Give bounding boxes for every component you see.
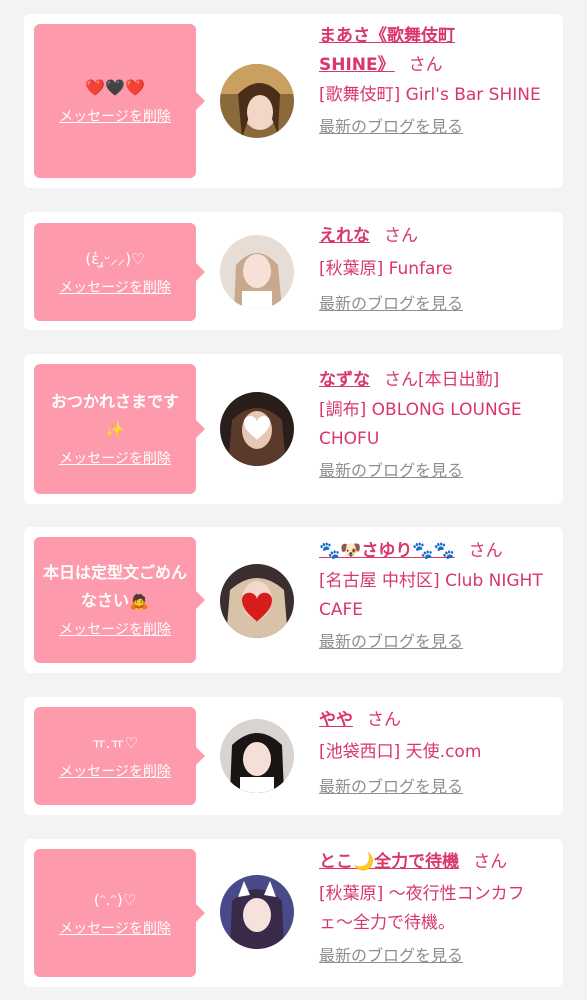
- honorific: さん: [384, 226, 418, 246]
- cast-name-link[interactable]: とこ🌙全力で待機: [319, 852, 459, 872]
- avatar[interactable]: [220, 235, 294, 309]
- shop-name: [秋葉原] Funfare: [319, 259, 453, 279]
- cast-info: なずな さん[本日出勤] [調布] OBLONG LOUNGE CHOFU 最新の…: [319, 366, 555, 483]
- honorific: さん: [367, 710, 401, 730]
- honorific: さん: [468, 541, 503, 561]
- message-bubble: 本日は定型文ごめんなさい🙇 メッセージを削除: [34, 537, 205, 663]
- shop-name: [歌舞伎町] Girl's Bar SHINE: [319, 85, 541, 105]
- message-bubble: ❤️🖤❤️ メッセージを削除: [34, 24, 205, 178]
- avatar[interactable]: [220, 875, 294, 949]
- message-text: ❤️🖤❤️: [85, 78, 145, 97]
- latest-blog-link[interactable]: 最新のブログを見る: [319, 115, 463, 139]
- avatar-photo: [220, 392, 294, 466]
- avatar-photo: [220, 719, 294, 793]
- message-text: ㅠ.ㅠ♡: [92, 734, 138, 752]
- delete-message-link[interactable]: メッセージを削除: [59, 918, 171, 940]
- message-text: おつかれさまです✨: [50, 392, 179, 439]
- delete-message-link[interactable]: メッセージを削除: [59, 277, 171, 299]
- latest-blog-link[interactable]: 最新のブログを見る: [319, 775, 463, 799]
- latest-blog-link[interactable]: 最新のブログを見る: [319, 459, 463, 483]
- avatar-photo: [220, 564, 294, 638]
- delete-message-link[interactable]: メッセージを削除: [59, 106, 171, 128]
- delete-message-link[interactable]: メッセージを削除: [59, 619, 171, 641]
- message-bubble: おつかれさまです✨ メッセージを削除: [34, 364, 205, 494]
- latest-blog-link[interactable]: 最新のブログを見る: [319, 944, 463, 968]
- cast-name-link[interactable]: なずな: [319, 370, 370, 390]
- shop-name: [名古屋 中村区] Club NIGHT CAFE: [319, 571, 543, 620]
- attendance-status: [本日出勤]: [418, 370, 500, 390]
- cast-info: 🐾🐶さゆり🐾🐾 さん [名古屋 中村区] Club NIGHT CAFE 最新のブ…: [319, 537, 555, 654]
- avatar[interactable]: [220, 64, 294, 138]
- message-card: (ἑ,̫ᵕ⸝⸝)♡ メッセージを削除 えれな さん [秋葉原] Funfare 最…: [24, 212, 563, 330]
- message-card: (ᵔ.ᵔ)♡ メッセージを削除 とこ🌙全力で待機 さん [秋葉原] 〜夜行性コンカ…: [24, 839, 563, 987]
- honorific: さん: [384, 370, 418, 390]
- message-card: おつかれさまです✨ メッセージを削除 なずな さん[本日出勤] [調布] OBLO…: [24, 354, 563, 504]
- message-card: 本日は定型文ごめんなさい🙇 メッセージを削除 🐾🐶さゆり🐾🐾 さん [名古屋 中村…: [24, 527, 563, 673]
- cast-info: まあさ《歌舞伎町SHINE》 さん [歌舞伎町] Girl's Bar SHINE…: [319, 22, 555, 139]
- honorific: さん: [408, 55, 443, 75]
- message-card: ㅠ.ㅠ♡ メッセージを削除 やや さん [池袋西口] 天使.com 最新のブログを…: [24, 697, 563, 815]
- delete-message-link[interactable]: メッセージを削除: [59, 761, 171, 783]
- message-text: (ᵔ.ᵔ)♡: [93, 891, 137, 909]
- latest-blog-link[interactable]: 最新のブログを見る: [319, 630, 463, 654]
- avatar[interactable]: [220, 392, 294, 466]
- message-bubble: (ἑ,̫ᵕ⸝⸝)♡ メッセージを削除: [34, 223, 205, 321]
- delete-message-link[interactable]: メッセージを削除: [59, 448, 171, 470]
- cast-info: えれな さん [秋葉原] Funfare 最新のブログを見る: [319, 222, 555, 316]
- message-text: 本日は定型文ごめんなさい🙇: [42, 563, 187, 610]
- avatar-photo: [220, 64, 294, 138]
- cast-info: やや さん [池袋西口] 天使.com 最新のブログを見る: [319, 706, 555, 799]
- shop-name: [秋葉原] 〜夜行性コンカフェ〜全力で待機。: [319, 884, 525, 933]
- cast-info: とこ🌙全力で待機 さん [秋葉原] 〜夜行性コンカフェ〜全力で待機。 最新のブログ…: [319, 848, 555, 968]
- shop-name: [調布] OBLONG LOUNGE CHOFU: [319, 400, 522, 449]
- cast-name-link[interactable]: 🐾🐶さゆり🐾🐾: [319, 541, 455, 561]
- honorific: さん: [473, 852, 508, 872]
- cast-name-link[interactable]: えれな: [319, 226, 370, 246]
- avatar-photo: [220, 875, 294, 949]
- avatar[interactable]: [220, 564, 294, 638]
- message-text: (ἑ,̫ᵕ⸝⸝)♡: [85, 250, 145, 268]
- message-bubble: (ᵔ.ᵔ)♡ メッセージを削除: [34, 849, 205, 977]
- latest-blog-link[interactable]: 最新のブログを見る: [319, 292, 463, 316]
- avatar[interactable]: [220, 719, 294, 793]
- message-bubble: ㅠ.ㅠ♡ メッセージを削除: [34, 707, 205, 805]
- avatar-photo: [220, 235, 294, 309]
- message-card: ❤️🖤❤️ メッセージを削除 まあさ《歌舞伎町SHINE》 さん [歌舞伎町] G…: [24, 14, 563, 188]
- cast-name-link[interactable]: やや: [319, 710, 353, 730]
- shop-name: [池袋西口] 天使.com: [319, 742, 482, 762]
